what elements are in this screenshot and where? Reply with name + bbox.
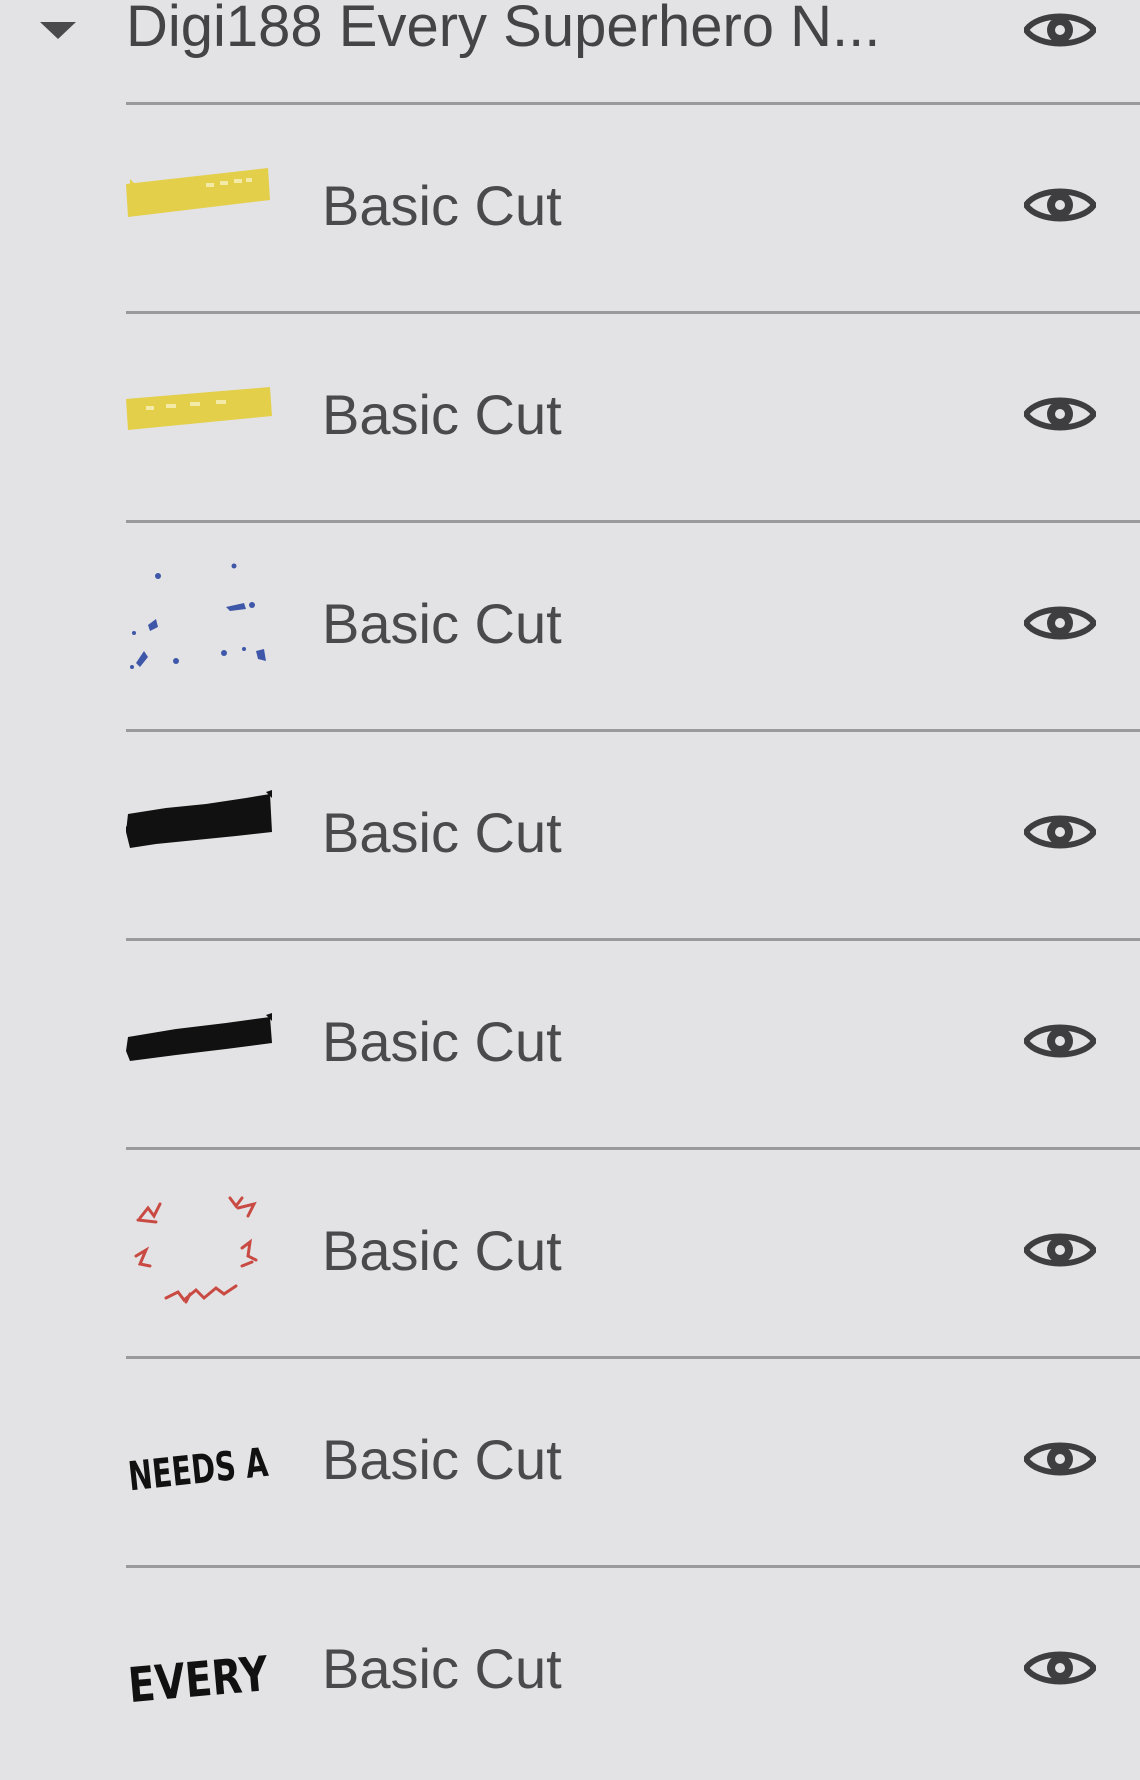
eye-icon[interactable] xyxy=(1024,809,1096,855)
layer-row[interactable]: Basic Cut xyxy=(126,520,1140,729)
layer-name[interactable]: Basic Cut xyxy=(322,173,562,239)
eye-icon[interactable] xyxy=(1024,600,1096,646)
layer-row[interactable]: Basic Cut xyxy=(126,311,1140,520)
layer-name[interactable]: Basic Cut xyxy=(322,1427,562,1493)
eye-icon[interactable] xyxy=(1024,182,1096,228)
layer-name[interactable]: Basic Cut xyxy=(322,591,562,657)
layer-row[interactable]: EVERY Basic Cut xyxy=(126,1565,1140,1774)
layer-group-title[interactable]: Digi188 Every Superhero N... xyxy=(126,0,976,62)
layer-thumbnail: EVERY xyxy=(126,1608,272,1734)
eye-icon[interactable] xyxy=(1024,7,1096,53)
eye-icon[interactable] xyxy=(1024,1436,1096,1482)
eye-icon[interactable] xyxy=(1024,1227,1096,1273)
eye-icon[interactable] xyxy=(1024,391,1096,437)
layer-row[interactable]: Basic Cut xyxy=(126,1147,1140,1356)
thumbnail-lettering: EVERY xyxy=(126,1646,271,1714)
layer-thumbnail xyxy=(126,354,272,480)
layer-name[interactable]: Basic Cut xyxy=(322,382,562,448)
layer-name[interactable]: Basic Cut xyxy=(322,1009,562,1075)
layer-name[interactable]: Basic Cut xyxy=(322,800,562,866)
layer-row[interactable]: Basic Cut xyxy=(126,729,1140,938)
layer-thumbnail xyxy=(126,145,272,271)
eye-icon[interactable] xyxy=(1024,1645,1096,1691)
caret-down-icon[interactable] xyxy=(40,22,76,39)
layer-list: Basic Cut Basic Cut Basic Cut Basic Cut … xyxy=(126,102,1140,1774)
layer-row[interactable]: NEEDS A Basic Cut xyxy=(126,1356,1140,1565)
layers-panel: Digi188 Every Superhero N... Basic Cut B… xyxy=(0,0,1140,1780)
layer-name[interactable]: Basic Cut xyxy=(322,1636,562,1702)
layer-group-header[interactable]: Digi188 Every Superhero N... xyxy=(0,0,1140,104)
layer-row[interactable]: Basic Cut xyxy=(126,102,1140,311)
layer-name[interactable]: Basic Cut xyxy=(322,1218,562,1284)
eye-icon[interactable] xyxy=(1024,1018,1096,1064)
layer-thumbnail xyxy=(126,772,272,898)
layer-thumbnail xyxy=(126,981,272,1107)
thumbnail-lettering: NEEDS A xyxy=(126,1440,270,1500)
layer-thumbnail xyxy=(126,1190,272,1316)
layer-thumbnail xyxy=(126,563,272,689)
layer-thumbnail: NEEDS A xyxy=(126,1399,272,1525)
layer-row[interactable]: Basic Cut xyxy=(126,938,1140,1147)
